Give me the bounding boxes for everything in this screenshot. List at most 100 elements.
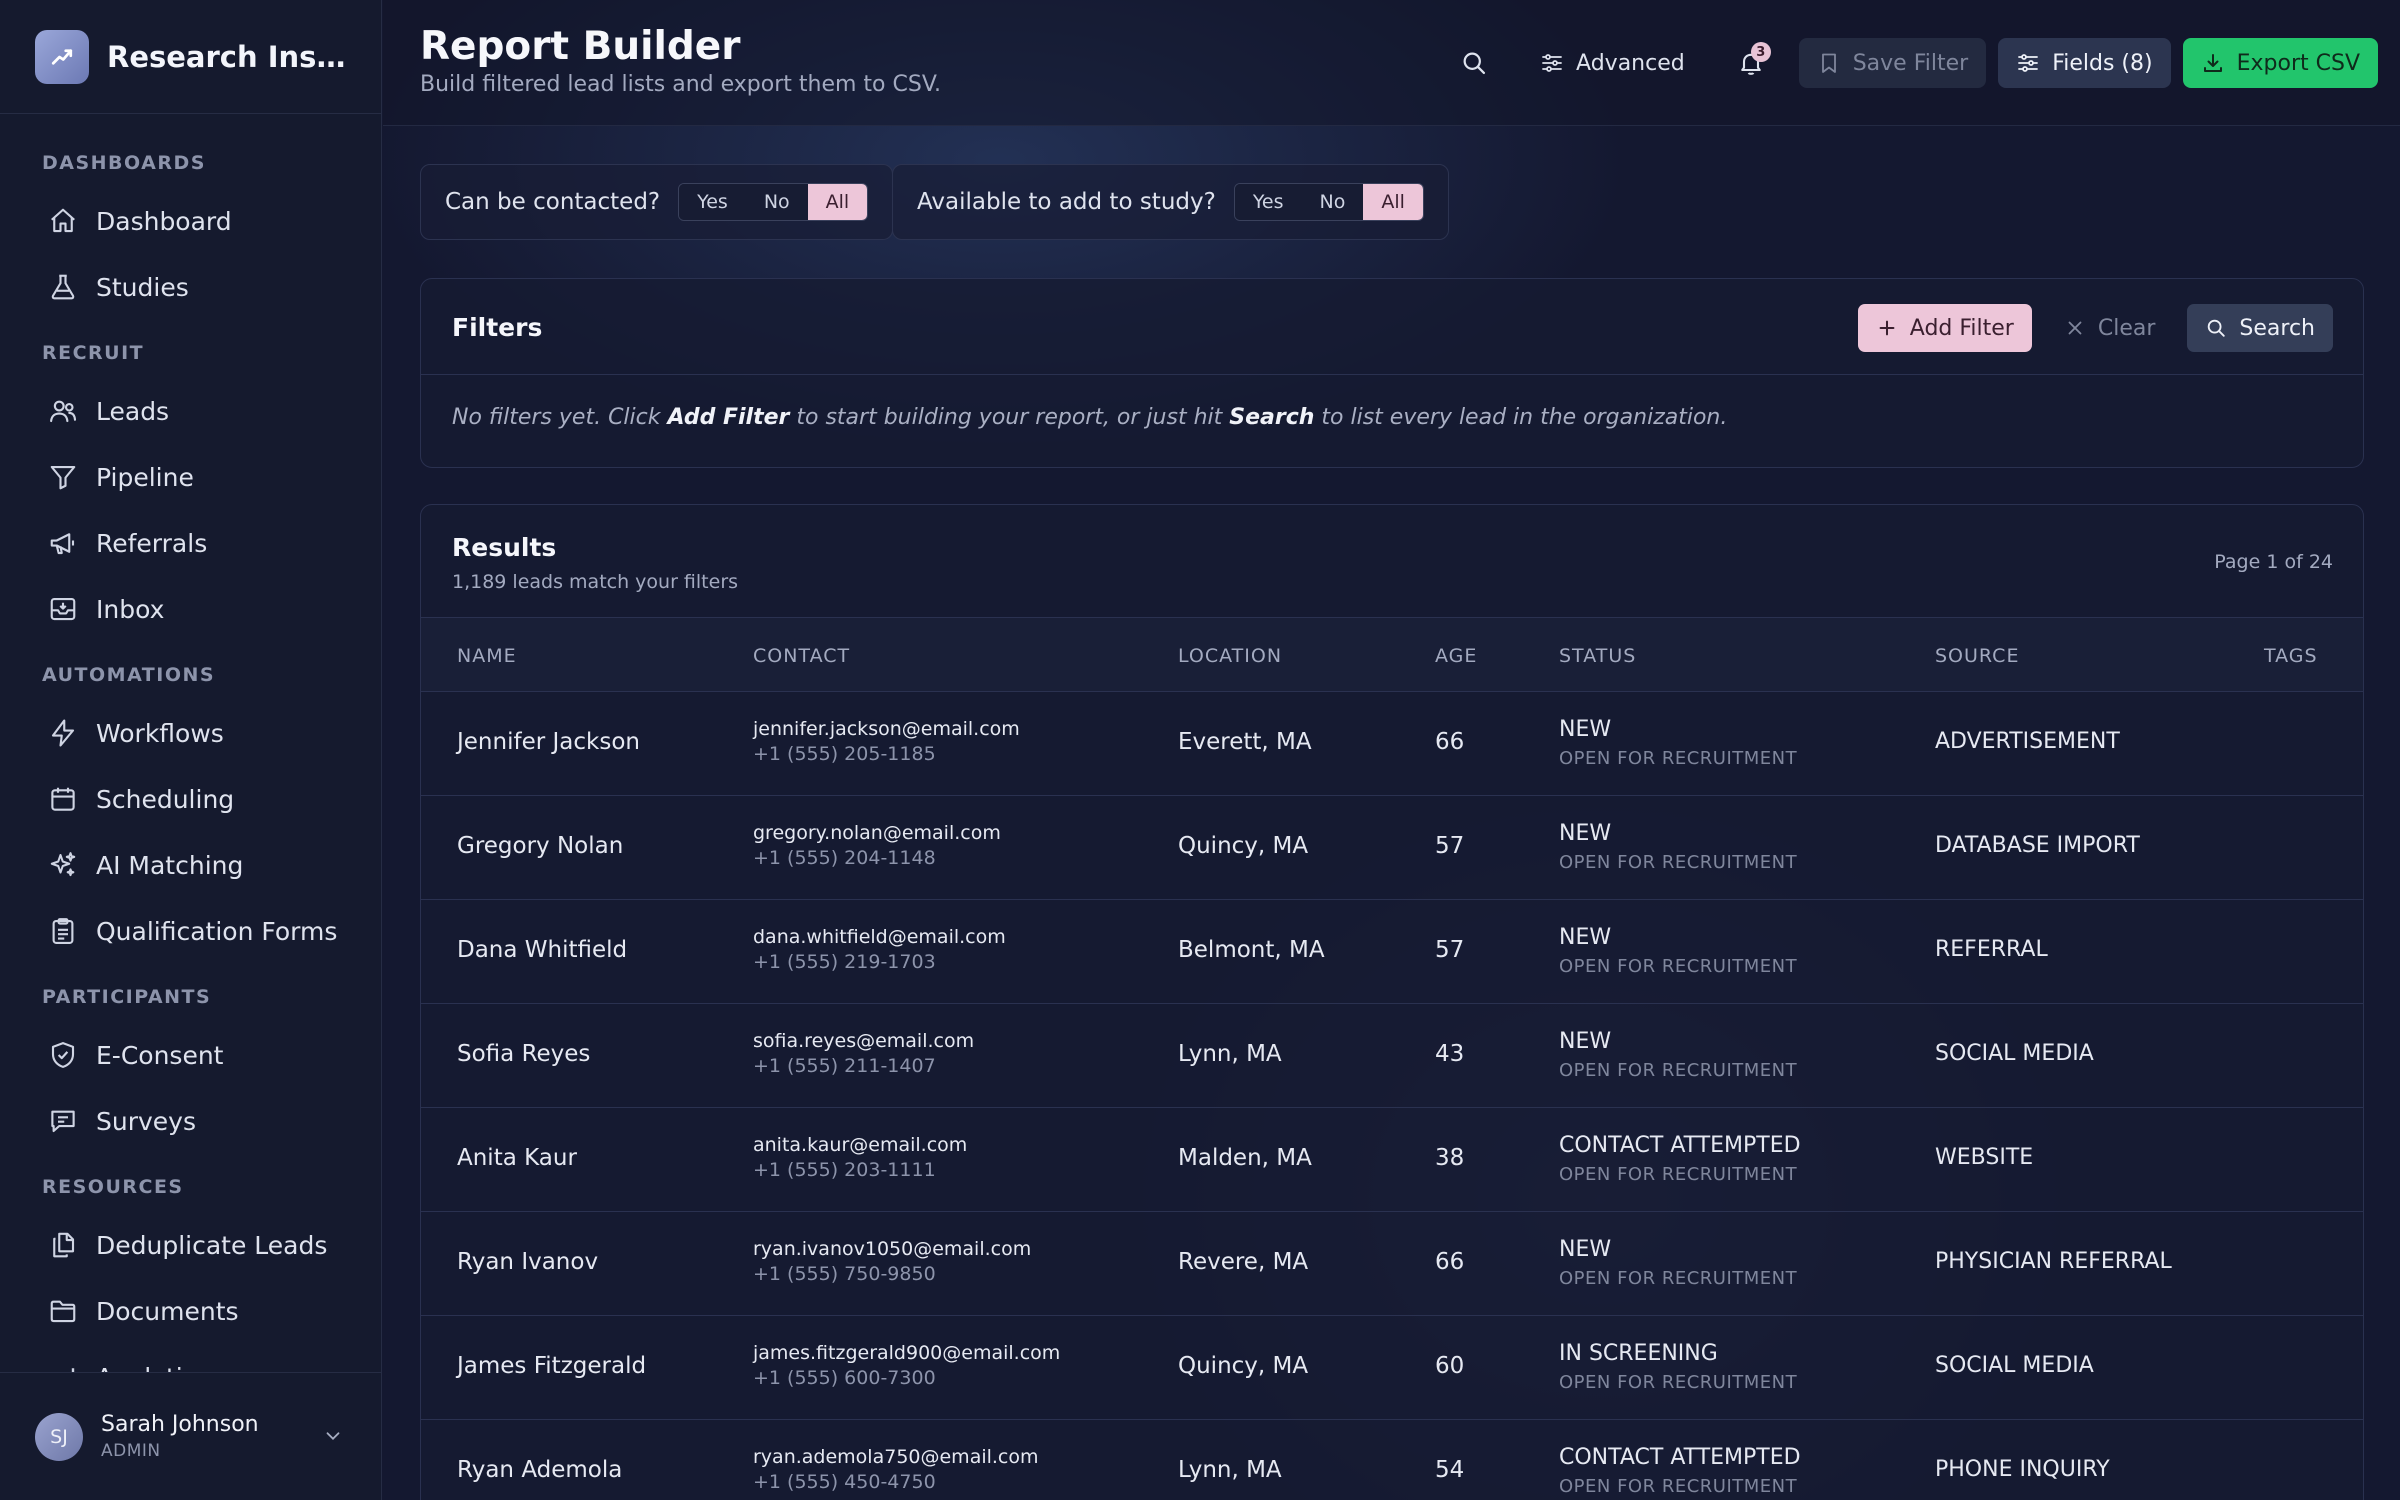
- chevron-down-icon[interactable]: [322, 1425, 344, 1447]
- lead-source: DATABASE IMPORT: [1935, 833, 2140, 858]
- column-header-source[interactable]: SOURCE: [1935, 645, 2019, 667]
- user-name: Sarah Johnson: [101, 1412, 259, 1437]
- brand[interactable]: Research Inst...: [0, 0, 381, 114]
- table-row[interactable]: Dana Whitfield dana.whitfield@email.com +1…: [421, 900, 2363, 1004]
- bookmark-icon: [1817, 51, 1841, 75]
- lead-email: sofia.reyes@email.com: [753, 1030, 975, 1052]
- table-row[interactable]: Ryan Ivanov ryan.ivanov1050@email.com +1 (…: [421, 1212, 2363, 1316]
- chart-icon: [48, 1362, 78, 1372]
- lead-name: Jennifer Jackson: [457, 729, 640, 755]
- contactable-segmented-control: Yes No All: [678, 183, 869, 221]
- sidebar-item-deduplicate-leads[interactable]: Deduplicate Leads: [0, 1212, 381, 1278]
- segment-no[interactable]: No: [745, 184, 808, 220]
- sidebar-nav: DASHBOARDS Dashboard Studies RECRUIT Lea…: [0, 114, 381, 1372]
- sidebar-item-analytics[interactable]: Analytics: [0, 1344, 381, 1372]
- sidebar-item-scheduling[interactable]: Scheduling: [0, 766, 381, 832]
- lead-source: WEBSITE: [1935, 1145, 2034, 1170]
- sidebar-item-label: Scheduling: [96, 784, 235, 814]
- table-row[interactable]: Gregory Nolan gregory.nolan@email.com +1 (…: [421, 796, 2363, 900]
- clear-button[interactable]: Clear: [2046, 304, 2174, 352]
- sidebar-item-ai-matching[interactable]: AI Matching: [0, 832, 381, 898]
- segment-no[interactable]: No: [1301, 184, 1364, 220]
- lead-source: SOCIAL MEDIA: [1935, 1353, 2094, 1378]
- lead-substatus: OPEN FOR RECRUITMENT: [1559, 852, 1798, 873]
- page-title: Report Builder: [420, 24, 741, 69]
- folder-icon: [48, 1296, 78, 1326]
- search-button[interactable]: [1450, 38, 1498, 88]
- lead-source: SOCIAL MEDIA: [1935, 1041, 2094, 1066]
- filters-card: Filters Add Filter Clear Search No filte…: [420, 278, 2364, 468]
- table-row[interactable]: Ryan Ademola ryan.ademola750@email.com +1 …: [421, 1420, 2363, 1500]
- sidebar-item-label: Pipeline: [96, 462, 194, 492]
- sidebar-item-surveys[interactable]: Surveys: [0, 1088, 381, 1154]
- add-filter-button[interactable]: Add Filter: [1857, 304, 2032, 352]
- column-header-age[interactable]: AGE: [1435, 645, 1477, 667]
- empty-text: to list every lead in the organization.: [1314, 405, 1728, 430]
- nav-section-title: AUTOMATIONS: [42, 664, 216, 686]
- fields-button[interactable]: Fields (8): [1998, 38, 2171, 88]
- user-role: ADMIN: [101, 1441, 161, 1461]
- advanced-button[interactable]: Advanced: [1522, 38, 1703, 88]
- table-row[interactable]: Anita Kaur anita.kaur@email.com +1 (555) 2…: [421, 1108, 2363, 1212]
- table-row[interactable]: Sofia Reyes sofia.reyes@email.com +1 (555)…: [421, 1004, 2363, 1108]
- segment-all[interactable]: All: [1363, 184, 1423, 220]
- lead-phone: +1 (555) 211-1407: [753, 1055, 936, 1077]
- user-info: Sarah Johnson ADMIN: [101, 1412, 259, 1461]
- lead-phone: +1 (555) 204-1148: [753, 847, 936, 869]
- filter-actions: Add Filter Clear Search: [1844, 304, 2333, 352]
- available-toggle-card: Available to add to study? Yes No All: [892, 164, 1449, 240]
- sidebar-item-e-consent[interactable]: E-Consent: [0, 1022, 381, 1088]
- lead-source: REFERRAL: [1935, 937, 2048, 962]
- lead-phone: +1 (555) 750-9850: [753, 1263, 936, 1285]
- home-icon: [48, 206, 78, 236]
- sidebar-item-label: Documents: [96, 1296, 239, 1326]
- search-filters-button[interactable]: Search: [2187, 304, 2333, 352]
- sidebar-item-label: Dashboard: [96, 206, 232, 236]
- lead-substatus: OPEN FOR RECRUITMENT: [1559, 748, 1798, 769]
- sidebar: Research Inst... DASHBOARDS Dashboard St…: [0, 0, 382, 1500]
- sidebar-item-label: Analytics: [96, 1363, 210, 1373]
- sidebar-item-inbox[interactable]: Inbox: [0, 576, 381, 642]
- segment-yes[interactable]: Yes: [1234, 184, 1302, 220]
- column-header-name[interactable]: NAME: [457, 645, 517, 667]
- nav-section-title: PARTICIPANTS: [42, 986, 212, 1008]
- save-filter-button[interactable]: Save Filter: [1798, 38, 1987, 88]
- lead-status: CONTACT ATTEMPTED: [1559, 1133, 1801, 1158]
- bolt-icon: [48, 718, 78, 748]
- lead-status: NEW: [1559, 1237, 1612, 1262]
- sidebar-item-pipeline[interactable]: Pipeline: [0, 444, 381, 510]
- sidebar-item-leads[interactable]: Leads: [0, 378, 381, 444]
- lead-age: 57: [1435, 937, 1465, 963]
- sidebar-item-label: E-Consent: [96, 1040, 224, 1070]
- lead-email: jennifer.jackson@email.com: [753, 718, 1020, 740]
- sidebar-item-dashboard[interactable]: Dashboard: [0, 188, 381, 254]
- lead-location: Lynn, MA: [1178, 1041, 1282, 1067]
- export-csv-button[interactable]: Export CSV: [2182, 38, 2378, 88]
- sidebar-item-documents[interactable]: Documents: [0, 1278, 381, 1344]
- sidebar-item-label: Referrals: [96, 528, 208, 558]
- column-header-status[interactable]: STATUS: [1559, 645, 1636, 667]
- page-subtitle: Build filtered lead lists and export the…: [420, 72, 942, 97]
- column-header-contact[interactable]: CONTACT: [753, 645, 850, 667]
- sidebar-item-qualification-forms[interactable]: Qualification Forms: [0, 898, 381, 964]
- segment-yes[interactable]: Yes: [679, 184, 746, 220]
- lead-age: 60: [1435, 1353, 1465, 1379]
- advanced-label: Advanced: [1576, 50, 1685, 76]
- table-row[interactable]: Jennifer Jackson jennifer.jackson@email.c…: [421, 692, 2363, 796]
- lead-email: ryan.ademola750@email.com: [753, 1446, 1039, 1468]
- clipboard-icon: [48, 916, 78, 946]
- sidebar-item-studies[interactable]: Studies: [0, 254, 381, 320]
- search-icon: [2205, 317, 2227, 339]
- lead-email: gregory.nolan@email.com: [753, 822, 1001, 844]
- results-card: Results 1,189 leads match your filters P…: [420, 504, 2364, 1500]
- column-header-location[interactable]: LOCATION: [1178, 645, 1282, 667]
- notifications-button[interactable]: 3: [1727, 38, 1775, 88]
- page-indicator: Page 1 of 24: [2214, 551, 2333, 573]
- sidebar-item-workflows[interactable]: Workflows: [0, 700, 381, 766]
- user-menu[interactable]: SJ Sarah Johnson ADMIN: [0, 1372, 382, 1500]
- table-row[interactable]: James Fitzgerald james.fitzgerald900@emai…: [421, 1316, 2363, 1420]
- available-segmented-control: Yes No All: [1233, 183, 1424, 221]
- column-header-tags[interactable]: TAGS: [2264, 645, 2318, 667]
- sidebar-item-referrals[interactable]: Referrals: [0, 510, 381, 576]
- segment-all[interactable]: All: [807, 184, 868, 220]
